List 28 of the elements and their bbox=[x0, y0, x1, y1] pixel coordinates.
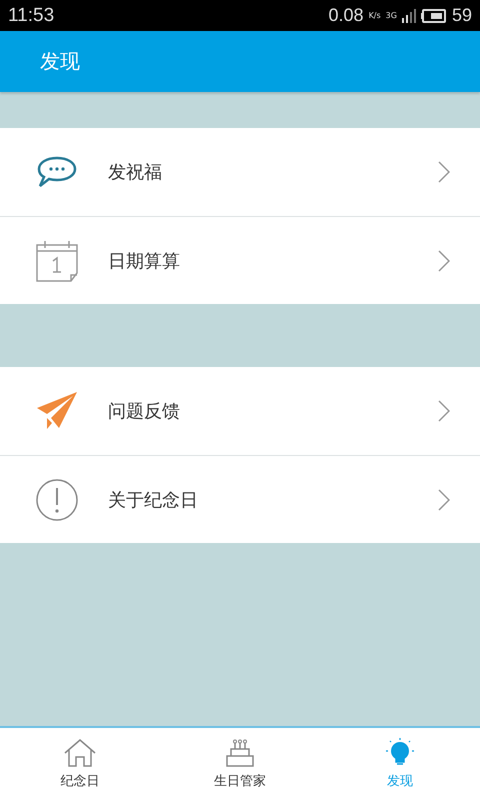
battery-level: 59 bbox=[452, 5, 472, 26]
battery-icon bbox=[420, 8, 447, 22]
speed-unit: K/s bbox=[368, 11, 381, 20]
menu-label: 发祝福 bbox=[108, 161, 163, 184]
menu-item[interactable]: 发祝福 bbox=[0, 128, 480, 216]
chevron-right-icon bbox=[438, 488, 450, 510]
paper-plane-icon bbox=[37, 392, 77, 430]
menu-label: 问题反馈 bbox=[108, 400, 181, 423]
menu-label: 日期算算 bbox=[108, 250, 181, 272]
chevron-right-icon bbox=[438, 161, 450, 183]
network-type: 3G bbox=[386, 11, 397, 20]
speech-bubble-icon bbox=[37, 156, 77, 188]
exclamation-icon bbox=[35, 478, 79, 522]
chevron-right-icon bbox=[438, 400, 450, 422]
tab[interactable]: 生日管家 bbox=[160, 728, 320, 800]
signal-icon bbox=[402, 8, 416, 22]
house-icon bbox=[63, 738, 97, 768]
page-title: 发现 bbox=[40, 48, 80, 75]
menu-label: 关于纪念日 bbox=[108, 488, 199, 512]
menu-item[interactable]: 关于纪念日 bbox=[0, 455, 480, 543]
light-bulb-icon bbox=[383, 738, 417, 768]
menu-item[interactable]: 问题反馈 bbox=[0, 367, 480, 455]
status-time: 11:53 bbox=[8, 4, 54, 26]
menu-item[interactable]: 日期算算 bbox=[0, 216, 480, 304]
chevron-right-icon bbox=[438, 250, 450, 272]
network-speed: 0.08 bbox=[328, 5, 364, 26]
tab[interactable]: 纪念日 bbox=[0, 728, 160, 800]
calendar-icon bbox=[35, 238, 79, 282]
